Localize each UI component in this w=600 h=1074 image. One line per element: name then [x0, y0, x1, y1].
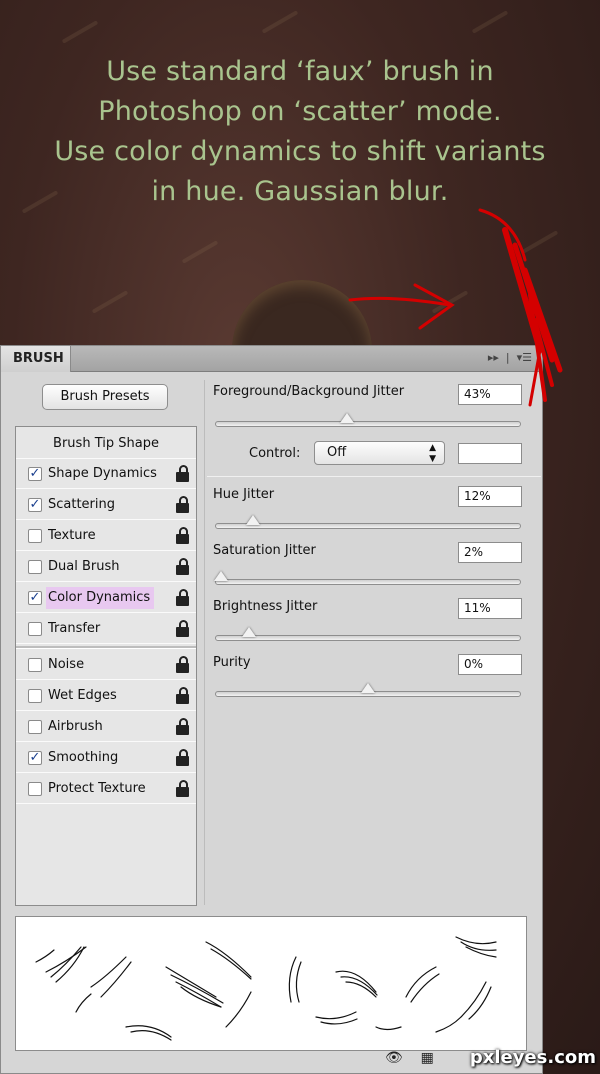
control-dropdown[interactable]: Off ▲ ▼	[314, 441, 445, 465]
list-item-label: Dual Brush	[48, 559, 120, 574]
checkbox[interactable]	[28, 689, 42, 703]
hue-jitter-label: Hue Jitter	[213, 487, 275, 502]
list-item-dual-brush[interactable]: Dual Brush	[16, 552, 196, 582]
checkbox[interactable]	[28, 782, 42, 796]
list-item-label: Texture	[48, 528, 96, 543]
list-item-label: Airbrush	[48, 719, 103, 734]
purity-label: Purity	[213, 655, 251, 670]
instruction-caption: Use standard ‘faux’ brush in Photoshop o…	[0, 52, 600, 212]
slider-handle[interactable]	[361, 683, 375, 693]
lock-icon[interactable]	[174, 496, 190, 514]
grid-icon[interactable]: ▦	[421, 1050, 434, 1066]
lock-icon[interactable]	[174, 465, 190, 483]
hue-jitter-slider[interactable]	[215, 515, 521, 529]
purity-field[interactable]: 0%	[458, 654, 522, 675]
list-item-color-dynamics[interactable]: ✓ Color Dynamics	[16, 583, 196, 613]
slider-handle[interactable]	[242, 627, 256, 637]
slider-handle[interactable]	[246, 515, 260, 525]
red-annotation-arrow	[348, 208, 563, 407]
list-item-smoothing[interactable]: ✓ Smoothing	[16, 743, 196, 773]
brightness-jitter-field[interactable]: 11%	[458, 598, 522, 619]
checkbox-checked[interactable]: ✓	[28, 751, 42, 765]
group-separator	[16, 646, 196, 649]
list-item-label: Shape Dynamics	[48, 466, 157, 481]
saturation-jitter-field[interactable]: 2%	[458, 542, 522, 563]
checkbox[interactable]	[28, 720, 42, 734]
lock-icon[interactable]	[174, 527, 190, 545]
lock-icon[interactable]	[174, 780, 190, 798]
list-item-brush-tip-shape[interactable]: Brush Tip Shape	[16, 429, 196, 459]
saturation-jitter-slider[interactable]	[214, 571, 521, 585]
brush-options-list: Brush Tip Shape ✓ Shape Dynamics ✓ Scatt…	[15, 426, 197, 906]
checkbox[interactable]	[28, 622, 42, 636]
list-item-protect-texture[interactable]: Protect Texture	[16, 774, 196, 804]
brightness-jitter-label: Brightness Jitter	[213, 599, 318, 614]
lock-icon[interactable]	[174, 749, 190, 767]
lock-icon[interactable]	[174, 558, 190, 576]
checkbox-checked[interactable]: ✓	[28, 467, 42, 481]
control-amount-field[interactable]	[458, 443, 522, 464]
list-item-label: Brush Tip Shape	[53, 436, 159, 451]
section-separator	[207, 476, 541, 477]
caption-line: Use color dynamics to shift variants	[54, 136, 546, 167]
lock-icon[interactable]	[174, 620, 190, 638]
slider-handle[interactable]	[214, 571, 228, 581]
list-item-shape-dynamics[interactable]: ✓ Shape Dynamics	[16, 459, 196, 489]
control-label: Control:	[249, 446, 301, 461]
eye-brush-icon[interactable]: 👁︎	[385, 1050, 403, 1066]
panel-divider	[204, 380, 205, 905]
brush-presets-button[interactable]: Brush Presets	[42, 384, 168, 410]
list-item-texture[interactable]: Texture	[16, 521, 196, 551]
list-item-label: Transfer	[48, 621, 101, 636]
list-item-label: Noise	[48, 657, 85, 672]
updown-arrows-icon: ▲ ▼	[429, 443, 436, 464]
checkbox[interactable]	[28, 560, 42, 574]
list-item-label: Wet Edges	[48, 688, 117, 703]
lock-icon[interactable]	[174, 589, 190, 607]
lock-icon[interactable]	[174, 687, 190, 705]
list-item-label: Smoothing	[48, 750, 119, 765]
checkbox-checked[interactable]: ✓	[28, 498, 42, 512]
feather-strokes-preview	[35, 936, 497, 1041]
hue-jitter-field[interactable]: 12%	[458, 486, 522, 507]
list-item-transfer[interactable]: Transfer	[16, 614, 196, 644]
brush-panel: BRUSH ▸▸ | ▾☰ Brush Presets Brush Tip Sh…	[0, 345, 543, 1074]
lock-icon[interactable]	[174, 718, 190, 736]
list-item-label: Color Dynamics	[46, 587, 155, 609]
control-value: Off	[327, 445, 347, 460]
list-item-scattering[interactable]: ✓ Scattering	[16, 490, 196, 520]
list-item-label: Protect Texture	[48, 781, 146, 796]
list-item-label: Scattering	[48, 497, 116, 512]
brightness-jitter-slider[interactable]	[215, 627, 521, 641]
list-item-wet-edges[interactable]: Wet Edges	[16, 681, 196, 711]
checkbox-checked[interactable]: ✓	[28, 591, 42, 605]
caption-line: Use standard ‘faux’ brush in	[106, 56, 494, 87]
checkbox[interactable]	[28, 529, 42, 543]
lock-icon[interactable]	[174, 656, 190, 674]
saturation-jitter-label: Saturation Jitter	[213, 543, 316, 558]
panel-footer-icons: 👁︎ ▦	[385, 1050, 434, 1066]
watermark: pxleyes.com	[469, 1047, 596, 1068]
brush-stroke-preview	[15, 916, 527, 1051]
purity-slider[interactable]	[215, 683, 521, 697]
list-item-airbrush[interactable]: Airbrush	[16, 712, 196, 742]
checkbox[interactable]	[28, 658, 42, 672]
caption-line: Photoshop on ‘scatter’ mode.	[98, 96, 502, 127]
tab-brush[interactable]: BRUSH	[1, 346, 71, 372]
list-item-noise[interactable]: Noise	[16, 650, 196, 680]
